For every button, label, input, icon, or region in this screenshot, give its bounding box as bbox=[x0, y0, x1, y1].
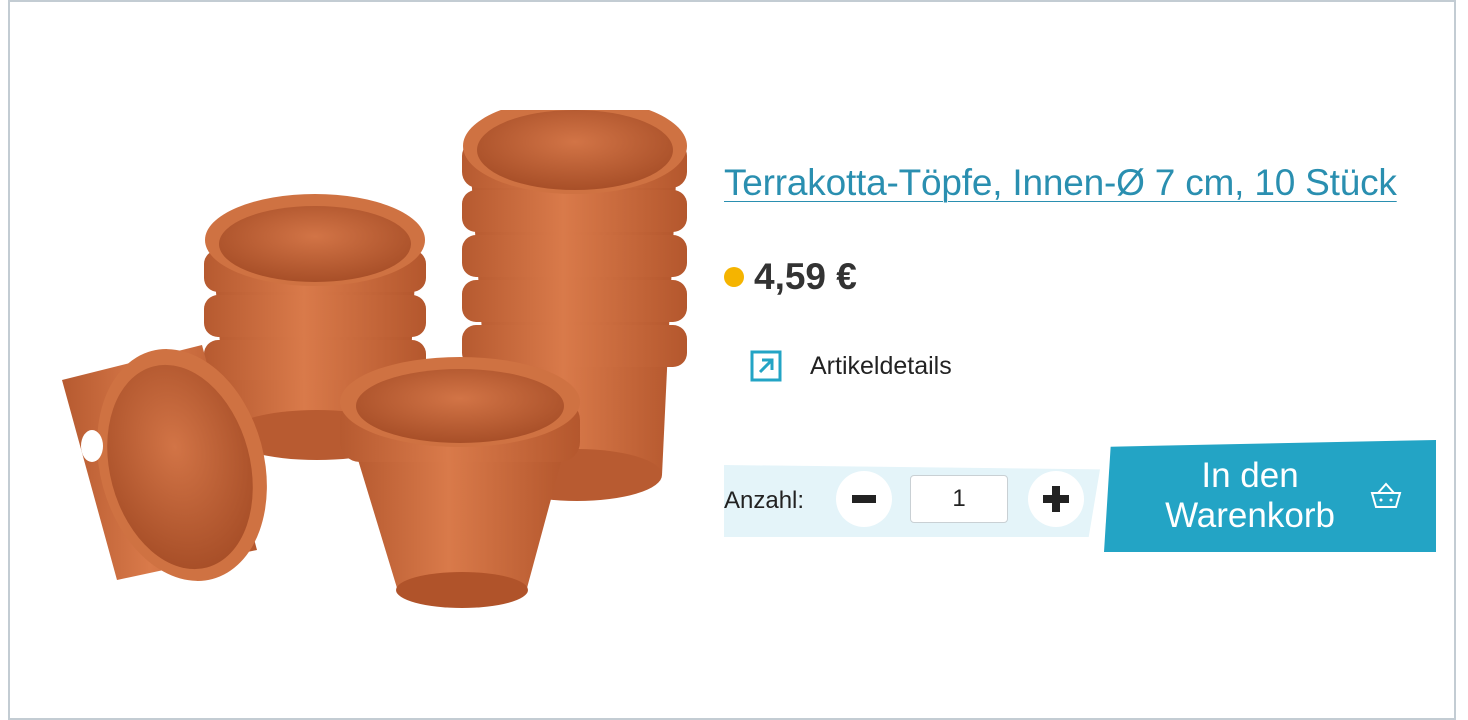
minus-icon bbox=[852, 495, 876, 503]
product-title-link[interactable]: Terrakotta-Töpfe, Innen-Ø 7 cm, 10 Stück bbox=[724, 162, 1397, 204]
availability-dot-icon bbox=[724, 267, 744, 287]
add-to-cart-label: In den Warenkorb bbox=[1140, 456, 1360, 536]
quantity-input[interactable] bbox=[910, 475, 1008, 523]
quantity-label: Anzahl: bbox=[724, 487, 805, 514]
article-details-label: Artikeldetails bbox=[810, 351, 952, 380]
pot-front bbox=[340, 357, 580, 608]
quantity-increment-button[interactable] bbox=[1028, 471, 1084, 527]
product-price: 4,59 € bbox=[754, 256, 857, 297]
quantity-decrement-button[interactable] bbox=[836, 471, 892, 527]
article-details-link[interactable]: Artikeldetails bbox=[750, 350, 952, 382]
basket-icon bbox=[1370, 482, 1402, 508]
plus-icon bbox=[1043, 486, 1069, 512]
add-to-cart-label-line1: In den bbox=[1201, 456, 1299, 495]
price-row: 4,59 € bbox=[724, 256, 857, 298]
external-arrow-icon bbox=[750, 350, 782, 382]
product-image[interactable] bbox=[22, 110, 702, 620]
add-to-cart-label-line2: Warenkorb bbox=[1165, 496, 1335, 535]
